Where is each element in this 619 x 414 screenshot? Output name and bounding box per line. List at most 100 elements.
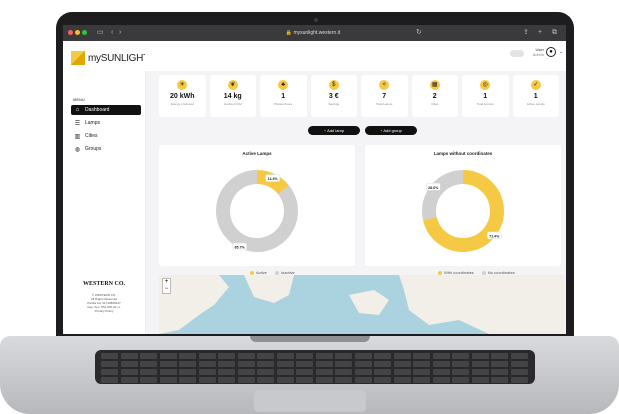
close-window-icon[interactable]	[68, 30, 73, 35]
list-icon: ☰	[74, 120, 81, 127]
sidebar-item-groups[interactable]: ◍ Groups	[71, 144, 141, 154]
key	[315, 377, 333, 383]
company-logo: WESTERN CO.	[82, 281, 125, 287]
key	[315, 369, 333, 375]
key	[374, 361, 391, 367]
key	[276, 353, 294, 359]
slice-label: 85.7%	[232, 242, 247, 251]
key	[510, 369, 528, 375]
key	[179, 361, 196, 367]
zoom-in-button[interactable]: +	[163, 279, 170, 286]
key	[101, 369, 118, 375]
privacy-policy-link[interactable]: Privacy Policy	[71, 309, 137, 313]
key	[335, 361, 352, 367]
key	[276, 377, 294, 383]
stat-label: Planted trees	[274, 102, 293, 106]
key	[120, 377, 138, 383]
key	[393, 353, 411, 359]
key	[140, 353, 157, 359]
active-lamps-donut: 14.3% 85.7%	[216, 170, 298, 252]
lamps-map[interactable]: + −	[159, 275, 565, 334]
stat-label: Energy produced	[170, 102, 194, 106]
key	[374, 369, 391, 375]
key	[413, 353, 430, 359]
app-name: mySUNLIGHT	[88, 52, 149, 64]
key	[237, 369, 255, 375]
key	[218, 361, 235, 367]
key	[374, 377, 391, 383]
url-text: mysunlight.western.it	[293, 30, 341, 36]
key	[296, 377, 313, 383]
map-zoom-control: + −	[162, 278, 171, 294]
zoom-window-icon[interactable]	[82, 30, 87, 35]
key	[276, 369, 294, 375]
building-icon: ▥	[74, 133, 81, 140]
city-icon: ▦	[429, 80, 440, 90]
sidebar-item-dashboard[interactable]: ⌂ Dashboard	[71, 105, 141, 115]
legend-item[interactable]: Inactive	[274, 270, 295, 275]
address-bar[interactable]: 🔒 mysunlight.western.it	[253, 28, 373, 38]
tabs-overview-icon[interactable]: ⧉	[552, 28, 557, 38]
key	[413, 377, 430, 383]
home-icon: ⌂	[75, 107, 80, 113]
svg-text:85.7%: 85.7%	[235, 246, 246, 250]
legend-item[interactable]: With coordinates	[438, 270, 474, 275]
tree-icon: ♣	[278, 80, 289, 90]
back-icon[interactable]: ‹	[111, 28, 113, 38]
stat-value: 1	[483, 93, 488, 100]
stat-value: 7	[382, 93, 387, 100]
key	[452, 369, 469, 375]
svg-text:71.4%: 71.4%	[489, 234, 500, 238]
screen: ▭ ‹ › 🔒 mysunlight.western.it ↻ ⇪ + ⧉ my…	[63, 25, 566, 334]
laptop-hinge	[250, 336, 370, 342]
add-lamp-button[interactable]: + Add lamp	[308, 126, 360, 135]
sidebar-toggle-icon[interactable]: ▭	[97, 28, 104, 38]
add-group-button[interactable]: + Add group	[365, 126, 417, 135]
key	[198, 361, 216, 367]
chevron-down-icon[interactable]: ⌄	[559, 49, 563, 55]
reload-icon[interactable]: ↻	[416, 28, 422, 38]
new-tab-icon[interactable]: +	[538, 28, 542, 38]
zoom-out-button[interactable]: −	[163, 286, 170, 293]
minimize-window-icon[interactable]	[75, 30, 80, 35]
avatar[interactable]: ●	[546, 47, 556, 57]
key	[452, 377, 469, 383]
key	[198, 369, 216, 375]
key	[179, 353, 196, 359]
app-logo[interactable]: mySUNLIGHT	[71, 51, 149, 65]
sidebar-item-label: Groups	[85, 146, 102, 152]
stat-label: Total Groups	[476, 102, 494, 106]
stat-card: ❦ 14 kg Avoided CO2	[209, 75, 256, 117]
user-info: User Admin	[533, 47, 544, 57]
theme-toggle[interactable]	[510, 50, 524, 57]
stat-value: 14 kg	[223, 93, 242, 100]
key	[354, 369, 372, 375]
key	[432, 361, 450, 367]
key	[315, 353, 333, 359]
key	[296, 353, 313, 359]
share-icon[interactable]: ⇪	[523, 28, 529, 38]
key	[257, 377, 274, 383]
slice-label: 71.4%	[487, 231, 502, 240]
stat-card: ☀ 20 kWh Energy produced	[159, 75, 206, 117]
stat-card: ✓ 1 Active Lamps	[512, 75, 559, 117]
key	[101, 353, 118, 359]
stat-card: ✧ 7 Total Lamps	[361, 75, 408, 117]
legend-item[interactable]: No coordinates	[481, 270, 515, 275]
key	[120, 369, 138, 375]
key	[237, 361, 255, 367]
legend-label-inactive: Inactive	[280, 270, 295, 275]
sidebar-item-lamps[interactable]: ☰ Lamps	[71, 118, 141, 128]
stat-value: 2	[432, 93, 437, 100]
stat-label: Total Lamps	[376, 102, 393, 106]
legend-item[interactable]: Active	[250, 270, 267, 275]
sidebar-item-cities[interactable]: ▥ Cities	[71, 131, 141, 141]
forward-icon[interactable]: ›	[119, 28, 121, 38]
key	[432, 369, 450, 375]
sidebar-item-label: Lamps	[85, 120, 101, 126]
active-lamps-legend: Active Inactive	[250, 270, 295, 275]
company-footer: WESTERN CO. © WESTERN CO. All Rights Res…	[71, 281, 137, 313]
legend-label-with: With coordinates	[444, 270, 474, 275]
key	[335, 369, 352, 375]
key	[354, 361, 372, 367]
